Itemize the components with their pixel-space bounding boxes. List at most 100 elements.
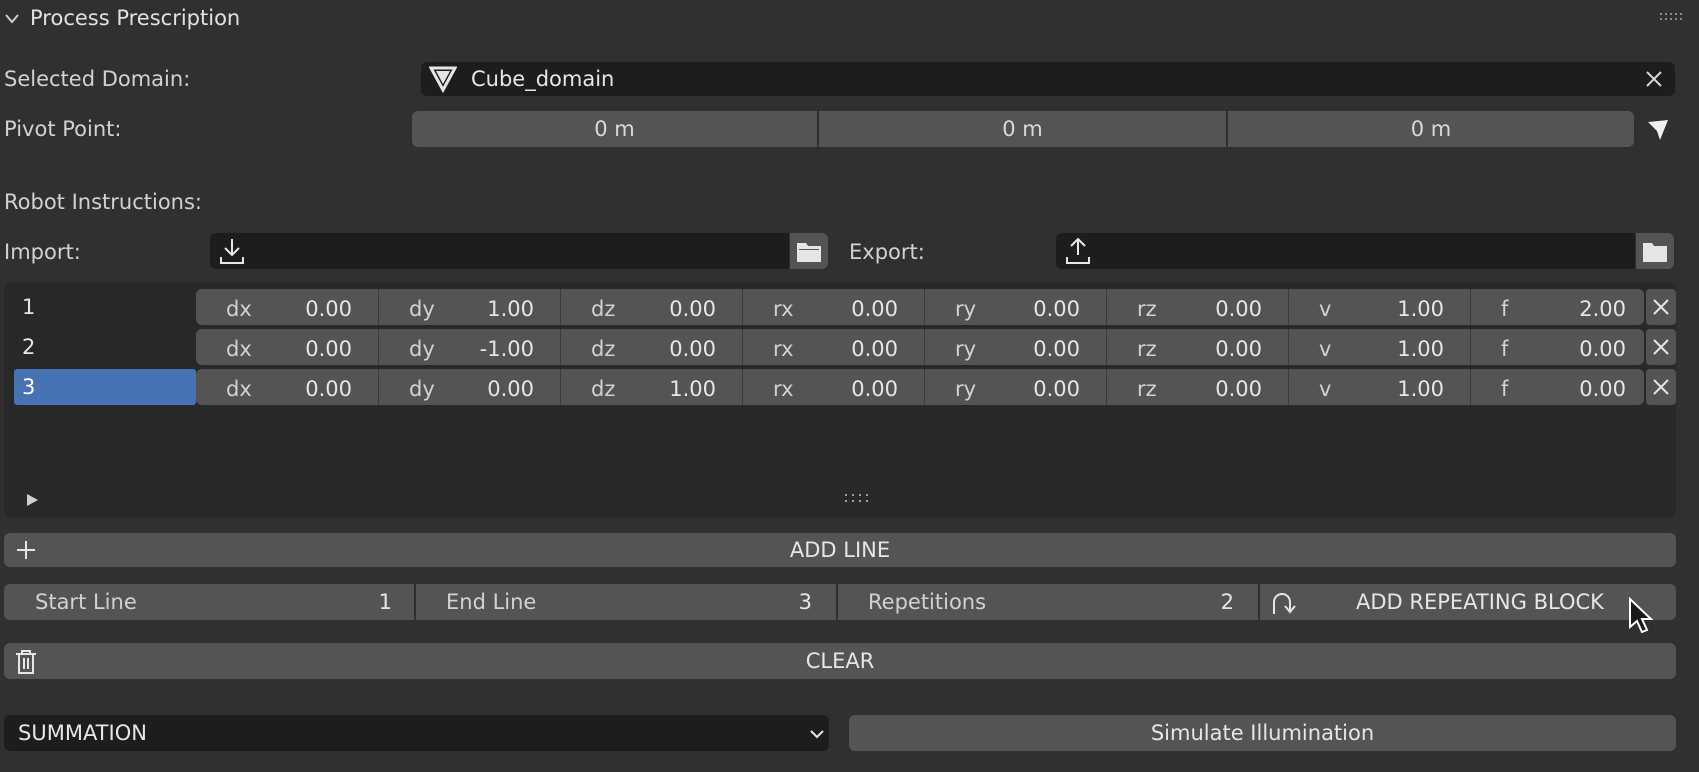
field-label: v [1319, 377, 1332, 401]
field-rx[interactable]: rx 0.00 [742, 289, 924, 325]
list-resize-handle-icon[interactable] [845, 494, 869, 504]
add-line-label: ADD LINE [789, 538, 891, 562]
field-f[interactable]: f 2.00 [1470, 289, 1652, 325]
field-value: 0.00 [1215, 377, 1262, 401]
field-ry[interactable]: ry 0.00 [924, 369, 1106, 405]
field-rx[interactable]: rx 0.00 [742, 369, 924, 405]
remove-row-button[interactable] [1646, 289, 1676, 325]
field-v[interactable]: v 1.00 [1288, 329, 1470, 365]
loop-arrow-icon [1273, 593, 1296, 614]
import-browse-button[interactable] [790, 233, 828, 269]
pivot-z-field[interactable]: 0 m [1228, 111, 1634, 147]
pivot-y-value: 0 m [1002, 117, 1043, 141]
field-f[interactable]: f 0.00 [1470, 369, 1652, 405]
field-ry[interactable]: ry 0.00 [924, 289, 1106, 325]
field-value: -1.00 [479, 337, 534, 361]
close-icon[interactable] [1645, 70, 1663, 88]
drag-handle-icon[interactable] [1660, 13, 1682, 21]
field-value: 0.00 [669, 337, 716, 361]
instruction-list[interactable]: 1 dx 0.00 dy 1.00 dz 0.00 rx 0.00 ry 0.00 rz 0.00 v 1.… [4, 283, 1676, 517]
field-rz[interactable]: rz 0.00 [1106, 329, 1288, 365]
field-rx[interactable]: rx 0.00 [742, 329, 924, 365]
field-label: ry [955, 337, 977, 361]
row-index[interactable]: 3 [14, 369, 196, 405]
field-ry[interactable]: ry 0.00 [924, 329, 1106, 365]
chevron-down-icon [810, 730, 824, 739]
field-value: 0.00 [851, 377, 898, 401]
expand-arrow-icon[interactable] [25, 493, 39, 507]
field-value: 0.00 [305, 297, 352, 321]
field-rz[interactable]: rz 0.00 [1106, 369, 1288, 405]
row-index[interactable]: 2 [14, 329, 196, 365]
mode-value: SUMMATION [18, 721, 147, 745]
row-fields: dx 0.00 dy -1.00 dz 0.00 rx 0.00 ry 0.00 rz 0.00 v 1.… [196, 329, 1644, 365]
clear-button[interactable]: CLEAR [4, 643, 1676, 679]
field-value: 0.00 [1033, 377, 1080, 401]
field-value: 0.00 [1033, 337, 1080, 361]
field-dy[interactable]: dy -1.00 [378, 329, 560, 365]
field-dz[interactable]: dz 1.00 [560, 369, 742, 405]
start-line-field[interactable]: Start Line 1 [4, 584, 414, 620]
field-dy[interactable]: dy 1.00 [378, 289, 560, 325]
panel-header[interactable]: Process Prescription [0, 0, 1699, 40]
field-dz[interactable]: dz 0.00 [560, 329, 742, 365]
remove-row-button[interactable] [1646, 329, 1676, 365]
field-f[interactable]: f 0.00 [1470, 329, 1652, 365]
mode-dropdown[interactable]: SUMMATION [4, 715, 829, 751]
simulate-illumination-label: Simulate Illumination [1150, 721, 1375, 745]
field-v[interactable]: v 1.00 [1288, 289, 1470, 325]
add-line-button[interactable]: ADD LINE [4, 533, 1676, 567]
domain-value: Cube_domain [471, 67, 615, 91]
add-repeating-block-label: ADD REPEATING BLOCK [1356, 590, 1604, 614]
field-v[interactable]: v 1.00 [1288, 369, 1470, 405]
field-value: 0.00 [1215, 297, 1262, 321]
pivot-z-value: 0 m [1410, 117, 1452, 141]
export-label: Export: [849, 240, 925, 264]
table-row[interactable]: 1 dx 0.00 dy 1.00 dz 0.00 rx 0.00 ry 0.00 rz 0.00 v 1.… [4, 289, 1676, 325]
cursor-pick-icon[interactable] [1646, 118, 1670, 142]
add-repeating-block-button[interactable]: ADD REPEATING BLOCK [1260, 584, 1676, 620]
download-icon [220, 239, 244, 264]
table-row[interactable]: 2 dx 0.00 dy -1.00 dz 0.00 rx 0.00 ry 0.00 rz 0.00 v 1… [4, 329, 1676, 365]
field-label: dy [409, 377, 435, 401]
field-dz[interactable]: dz 0.00 [560, 289, 742, 325]
pivot-x-field[interactable]: 0 m [412, 111, 817, 147]
field-value: 0.00 [305, 377, 352, 401]
field-label: v [1319, 337, 1332, 361]
field-dx[interactable]: dx 0.00 [196, 329, 378, 365]
remove-row-button[interactable] [1646, 369, 1676, 405]
simulate-illumination-button[interactable]: Simulate Illumination [849, 715, 1676, 751]
end-line-value: 3 [798, 590, 812, 614]
field-value: 1.00 [487, 297, 534, 321]
import-path-input[interactable] [210, 233, 789, 269]
field-label: f [1501, 297, 1509, 321]
field-value: 0.00 [851, 297, 898, 321]
pivot-point-label: Pivot Point: [4, 117, 122, 141]
chevron-down-icon [5, 14, 19, 24]
field-label: dx [226, 297, 252, 321]
field-label: f [1501, 377, 1509, 401]
domain-selector[interactable]: Cube_domain [421, 62, 1675, 96]
field-label: ry [955, 377, 977, 401]
field-value: 1.00 [1397, 377, 1444, 401]
folder-icon [797, 243, 821, 262]
folder-icon [1643, 243, 1667, 262]
row-index[interactable]: 1 [14, 289, 196, 325]
pivot-y-field[interactable]: 0 m [819, 111, 1226, 147]
field-value: 1.00 [669, 377, 716, 401]
field-value: 1.00 [1397, 337, 1444, 361]
field-value: 0.00 [1579, 377, 1626, 401]
field-label: dy [409, 297, 435, 321]
table-row[interactable]: 3 dx 0.00 dy 0.00 dz 1.00 rx 0.00 ry 0.00 rz 0.00 v 1.… [4, 369, 1676, 405]
export-path-input[interactable] [1056, 233, 1635, 269]
field-dx[interactable]: dx 0.00 [196, 369, 378, 405]
field-label: rx [773, 337, 794, 361]
export-browse-button[interactable] [1636, 233, 1674, 269]
field-rz[interactable]: rz 0.00 [1106, 289, 1288, 325]
field-dy[interactable]: dy 0.00 [378, 369, 560, 405]
field-value: 0.00 [1033, 297, 1080, 321]
repetitions-field[interactable]: Repetitions 2 [838, 584, 1258, 620]
field-dx[interactable]: dx 0.00 [196, 289, 378, 325]
end-line-field[interactable]: End Line 3 [416, 584, 836, 620]
panel-title: Process Prescription [30, 6, 241, 30]
